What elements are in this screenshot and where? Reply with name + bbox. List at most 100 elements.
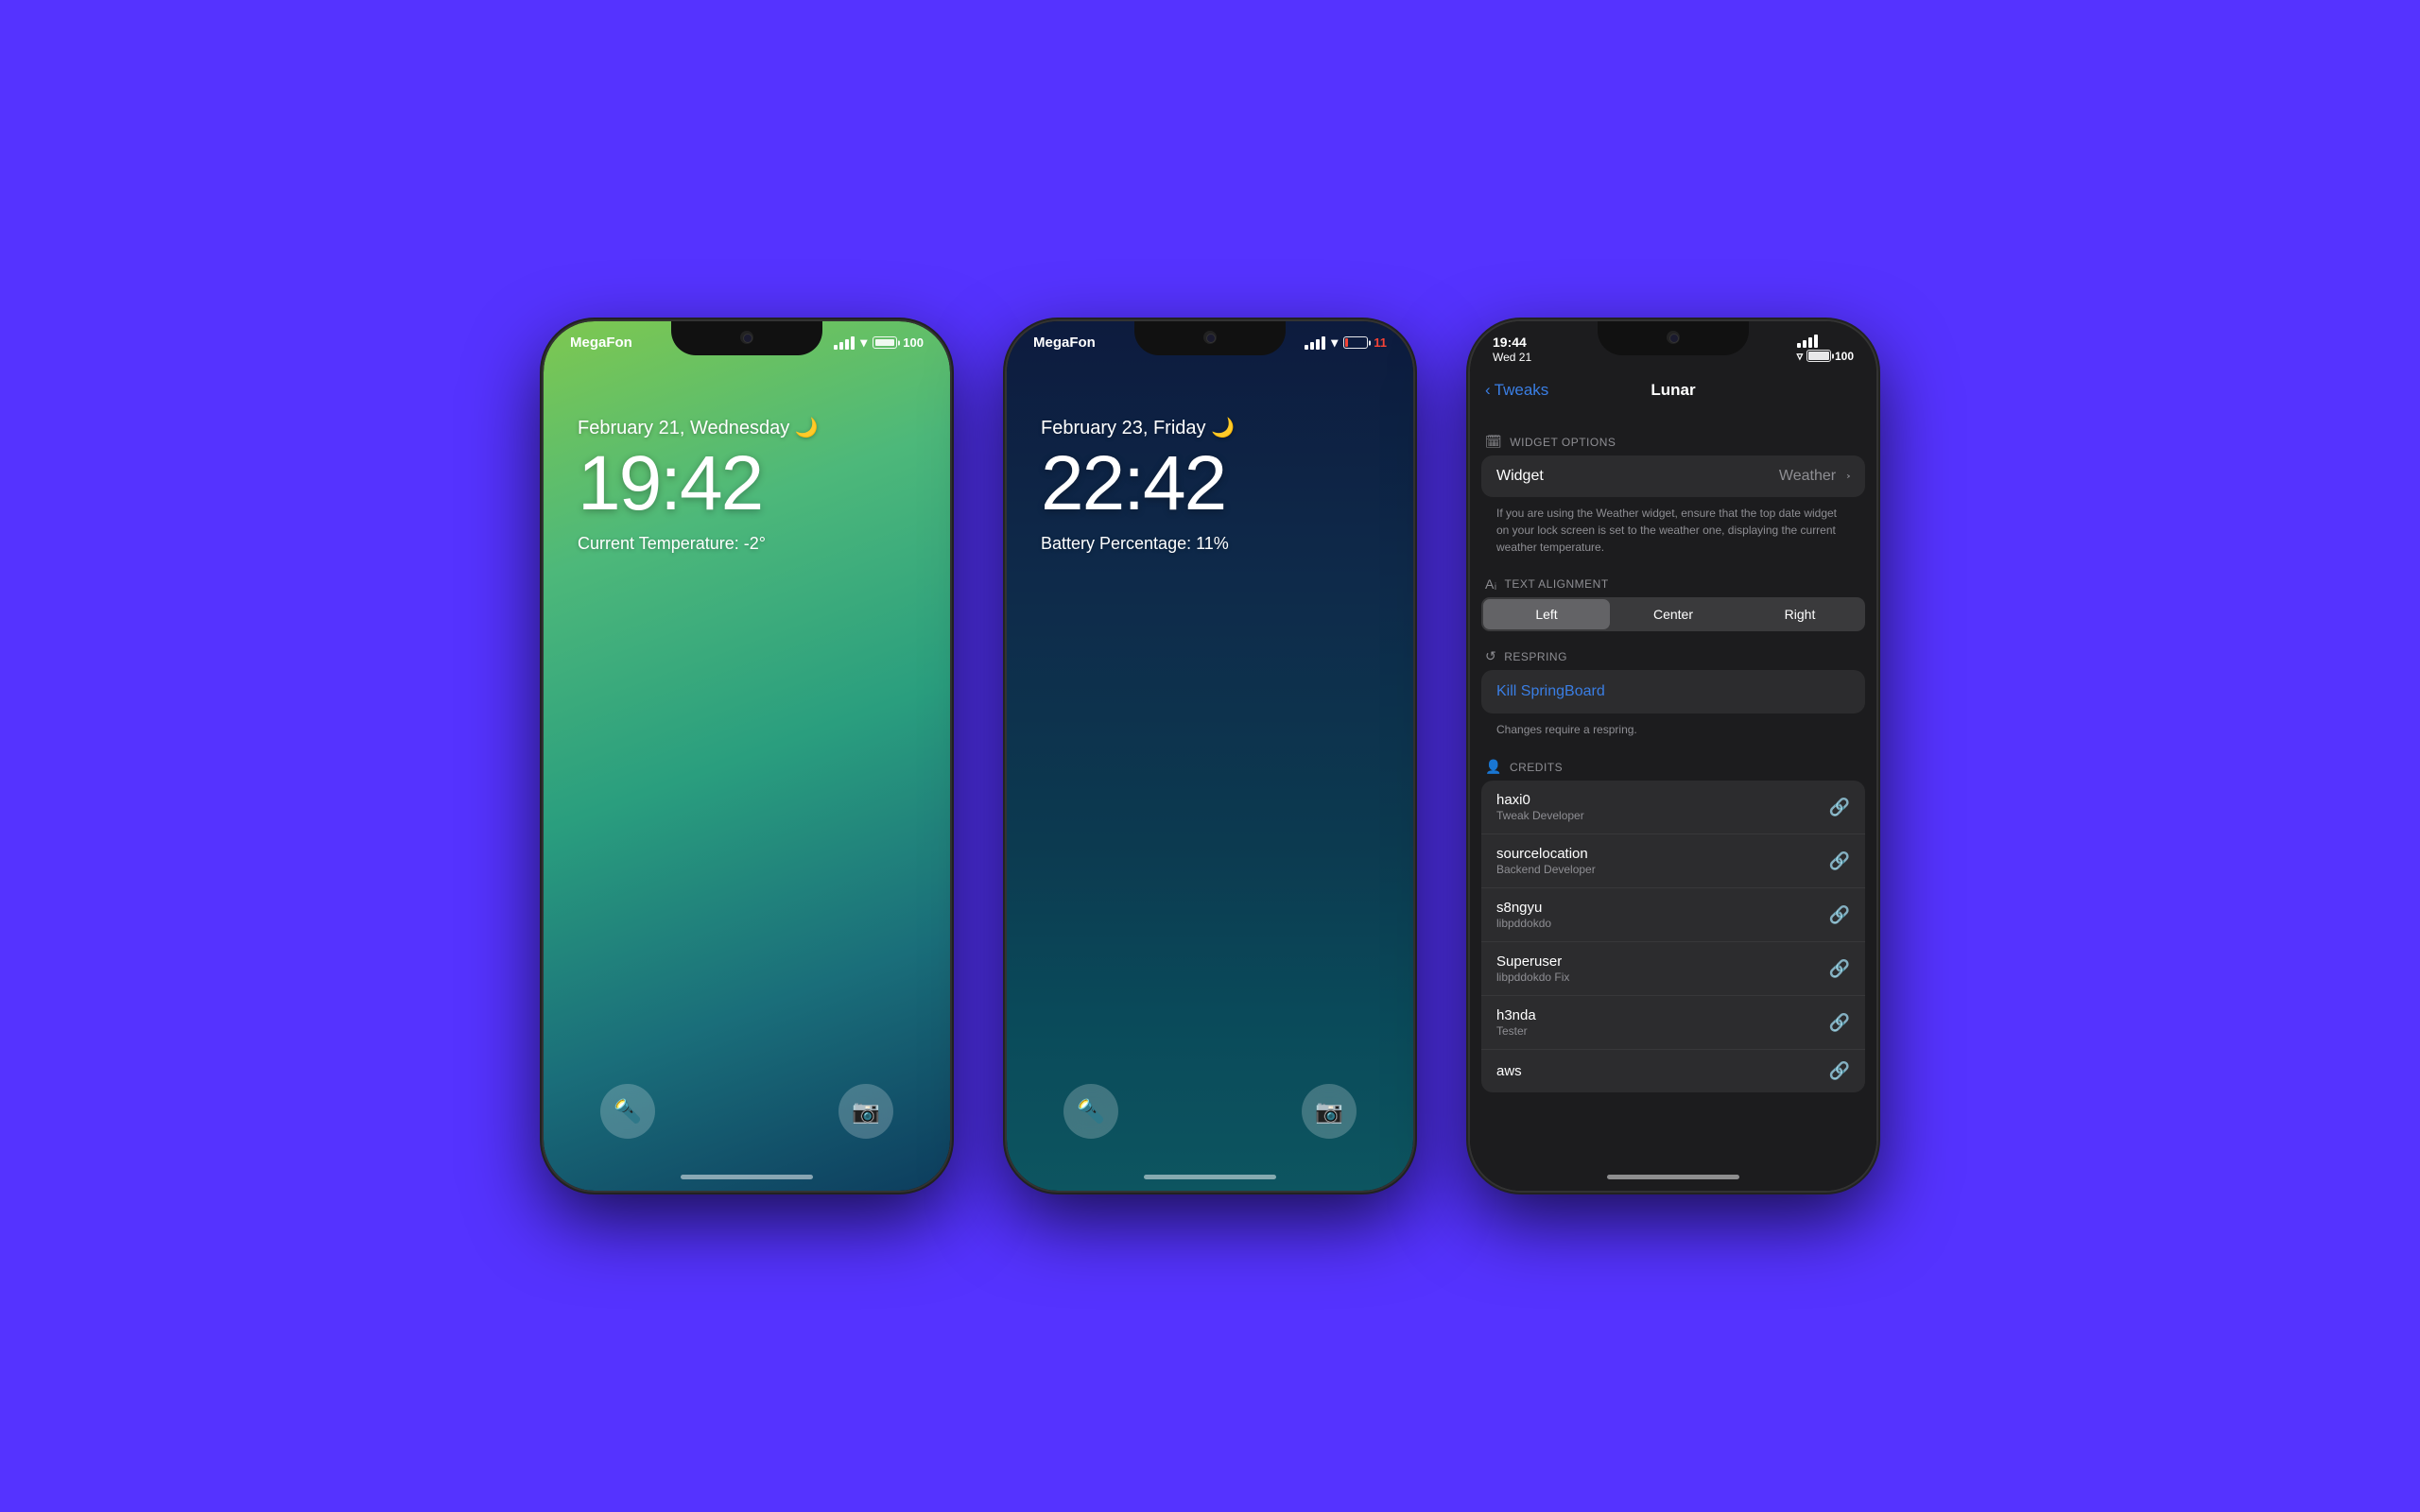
settings-scroll-area[interactable]: 🗓 WIDGET OPTIONS Widget Weather If you a… xyxy=(1470,421,1876,1191)
status-time: 19:44 xyxy=(1493,335,1531,351)
back-label: Tweaks xyxy=(1495,381,1549,400)
battery-label: 100 xyxy=(1835,350,1854,363)
link-icon-sourcelocation[interactable]: 🔗 xyxy=(1829,851,1850,871)
credit-name: sourcelocation xyxy=(1496,846,1596,862)
credit-h3nda: h3nda Tester 🔗 xyxy=(1481,996,1865,1050)
link-icon-h3nda[interactable]: 🔗 xyxy=(1829,1013,1850,1033)
credit-haxi0: haxi0 Tweak Developer 🔗 xyxy=(1481,781,1865,834)
credit-role: libpddokdo Fix xyxy=(1496,971,1569,984)
home-bar[interactable] xyxy=(1607,1175,1739,1179)
camera-button[interactable]: 📷 xyxy=(1302,1084,1357,1139)
status-time-block: 19:44 Wed 21 xyxy=(1493,335,1531,364)
phone-2-screen: MegaFon ▾ 11 February 23, Friday 🌙 22:42… xyxy=(1007,321,1413,1191)
respring-section: ↺ RESPRING Kill SpringBoard Changes requ… xyxy=(1470,635,1876,742)
credit-info: s8ngyu libpddokdo xyxy=(1496,900,1551,930)
respring-icon: ↺ xyxy=(1485,648,1496,664)
credit-role: Tester xyxy=(1496,1024,1536,1038)
text-alignment-label: TEXT ALIGNMENT xyxy=(1505,577,1609,591)
widget-value: Weather xyxy=(1779,468,1850,485)
respring-header: ↺ RESPRING xyxy=(1470,635,1876,670)
wifi-icon: ▾ xyxy=(1331,335,1338,351)
chevron-left-icon: ‹ xyxy=(1485,381,1491,400)
calendar-icon: 🗓 xyxy=(1485,434,1502,450)
back-button[interactable]: ‹ Tweaks xyxy=(1485,381,1548,400)
lock-date: February 23, Friday 🌙 xyxy=(1041,416,1379,439)
lock-subtitle: Current Temperature: -2° xyxy=(578,534,916,554)
lockscreen-content: February 21, Wednesday 🌙 19:42 Current T… xyxy=(544,416,950,554)
credit-aws: aws 🔗 xyxy=(1481,1050,1865,1092)
battery-icon xyxy=(1806,350,1831,362)
credit-info: sourcelocation Backend Developer xyxy=(1496,846,1596,876)
credit-name: Superuser xyxy=(1496,954,1569,970)
lock-bottom-icons: 🔦 📷 xyxy=(544,1084,950,1139)
widget-row[interactable]: Widget Weather xyxy=(1481,455,1865,497)
lock-date: February 21, Wednesday 🌙 xyxy=(578,416,916,439)
credit-info: h3nda Tester xyxy=(1496,1007,1536,1038)
lock-bottom-icons: 🔦 📷 xyxy=(1007,1084,1413,1139)
camera-dot xyxy=(1667,331,1680,344)
link-icon-aws[interactable]: 🔗 xyxy=(1829,1061,1850,1081)
lockscreen-content: February 23, Friday 🌙 22:42 Battery Perc… xyxy=(1007,416,1413,554)
credits-icon: 👤 xyxy=(1485,759,1502,775)
widget-options-label: WIDGET OPTIONS xyxy=(1510,436,1616,449)
home-bar[interactable] xyxy=(1144,1175,1276,1179)
phone-1-screen: MegaFon ▾ 100 February 21, Wednesday 🌙 1… xyxy=(544,321,950,1191)
credit-name: aws xyxy=(1496,1063,1522,1079)
link-icon-s8ngyu[interactable]: 🔗 xyxy=(1829,905,1850,925)
credits-section: 👤 CREDITS haxi0 Tweak Developer 🔗 source… xyxy=(1470,746,1876,1092)
lock-subtitle: Battery Percentage: 11% xyxy=(1041,534,1379,554)
align-left-button[interactable]: Left xyxy=(1483,599,1610,629)
phone-2: MegaFon ▾ 11 February 23, Friday 🌙 22:42… xyxy=(1007,321,1413,1191)
text-alignment-section: Aᵢ TEXT ALIGNMENT Left Center Right xyxy=(1470,563,1876,631)
signal-icon xyxy=(1797,335,1854,348)
carrier-label: MegaFon xyxy=(570,335,632,351)
battery-fill xyxy=(875,339,894,346)
notch xyxy=(1598,321,1749,355)
align-right-button[interactable]: Right xyxy=(1737,599,1863,629)
settings-nav-bar: ‹ Tweaks Lunar xyxy=(1470,373,1876,407)
battery-fill xyxy=(1808,352,1829,360)
camera-dot xyxy=(740,331,753,344)
text-align-icon: Aᵢ xyxy=(1485,576,1497,592)
chevron-right-icon xyxy=(1840,468,1850,485)
flashlight-button[interactable]: 🔦 xyxy=(1063,1084,1118,1139)
credit-role: Backend Developer xyxy=(1496,863,1596,876)
carrier-label: MegaFon xyxy=(1033,335,1096,351)
notch xyxy=(671,321,822,355)
credits-card: haxi0 Tweak Developer 🔗 sourcelocation B… xyxy=(1481,781,1865,1092)
credits-header: 👤 CREDITS xyxy=(1470,746,1876,781)
widget-note: If you are using the Weather widget, ens… xyxy=(1470,497,1876,559)
credit-role: libpddokdo xyxy=(1496,917,1551,930)
text-alignment-header: Aᵢ TEXT ALIGNMENT xyxy=(1470,563,1876,597)
settings-page-title: Lunar xyxy=(1651,381,1695,400)
wifi-icon: ▿ xyxy=(1797,349,1804,363)
widget-label: Widget xyxy=(1496,468,1544,485)
home-bar[interactable] xyxy=(681,1175,813,1179)
status-right-icons: ▿ 100 xyxy=(1797,335,1854,364)
widget-options-header: 🗓 WIDGET OPTIONS xyxy=(1470,421,1876,455)
notch xyxy=(1134,321,1286,355)
battery-cap xyxy=(1369,340,1371,345)
status-date: Wed 21 xyxy=(1493,351,1531,364)
link-icon-haxi0[interactable]: 🔗 xyxy=(1829,798,1850,817)
credit-info: haxi0 Tweak Developer xyxy=(1496,792,1584,822)
battery-icon xyxy=(873,336,897,349)
camera-button[interactable]: 📷 xyxy=(838,1084,893,1139)
kill-springboard-button[interactable]: Kill SpringBoard xyxy=(1481,670,1865,713)
credit-role: Tweak Developer xyxy=(1496,809,1584,822)
status-right-icons: ▾ 11 xyxy=(1305,335,1387,351)
alignment-segmented-control: Left Center Right xyxy=(1481,597,1865,631)
credit-s8ngyu: s8ngyu libpddokdo 🔗 xyxy=(1481,888,1865,942)
link-icon-superuser[interactable]: 🔗 xyxy=(1829,959,1850,979)
battery-label: 11 xyxy=(1374,335,1387,350)
lock-time: 19:42 xyxy=(578,445,916,523)
phone-1: MegaFon ▾ 100 February 21, Wednesday 🌙 1… xyxy=(544,321,950,1191)
flashlight-button[interactable]: 🔦 xyxy=(600,1084,655,1139)
align-center-button[interactable]: Center xyxy=(1610,599,1737,629)
camera-dot xyxy=(1203,331,1217,344)
credit-name: haxi0 xyxy=(1496,792,1584,808)
battery-label: 100 xyxy=(903,335,924,350)
widget-options-card: Widget Weather xyxy=(1481,455,1865,497)
lock-time: 22:42 xyxy=(1041,445,1379,523)
phone-3-screen: 19:44 Wed 21 ▿ 100 ‹ Tweaks Lunar xyxy=(1470,321,1876,1191)
